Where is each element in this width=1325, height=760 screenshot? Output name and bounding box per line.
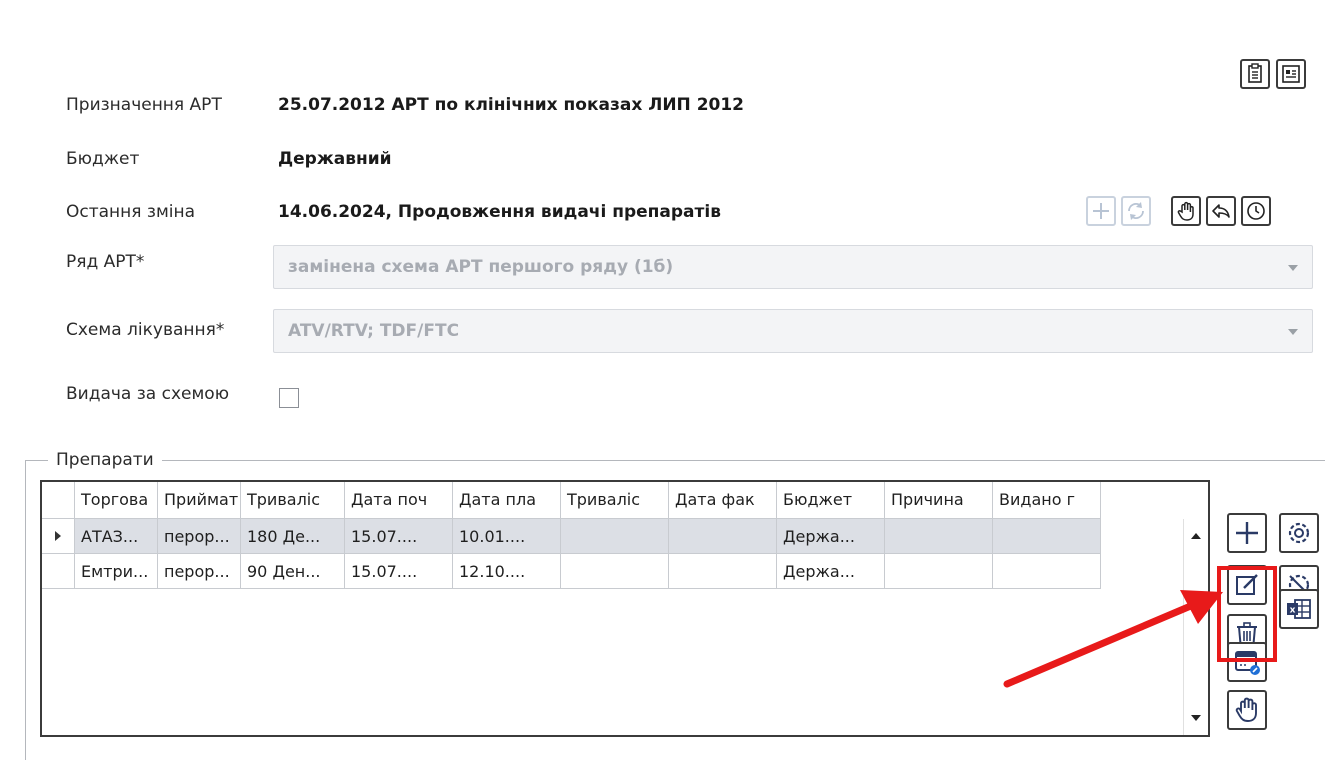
add-drug-button[interactable] xyxy=(1227,513,1267,553)
refresh-button[interactable] xyxy=(1121,196,1151,226)
table-cell: 12.10.... xyxy=(453,554,561,589)
art-line-select[interactable]: замінена схема АРТ першого ряду (1б) xyxy=(273,245,1313,289)
column-header[interactable]: Дата пла xyxy=(453,482,561,519)
by-scheme-label: Видача за схемою xyxy=(66,384,230,404)
current-row-icon xyxy=(55,531,61,541)
reply-icon xyxy=(1212,204,1230,218)
column-header[interactable]: Торгова xyxy=(75,482,158,519)
table-cell: перор... xyxy=(158,519,241,554)
regimen-select[interactable]: ATV/RTV; TDF/FTC xyxy=(273,309,1313,353)
table-cell: 10.01.... xyxy=(453,519,561,554)
report-icon xyxy=(1282,65,1300,83)
clipboard-button[interactable] xyxy=(1240,59,1270,89)
by-scheme-checkbox[interactable] xyxy=(279,388,299,408)
clock-icon xyxy=(1247,202,1265,220)
header-corner xyxy=(42,482,75,519)
table-cell: 180 Де... xyxy=(241,519,345,554)
hand-button[interactable] xyxy=(1171,196,1201,226)
column-header[interactable]: Приймат xyxy=(158,482,241,519)
table-cell: Держа... xyxy=(777,554,885,589)
table-cell xyxy=(993,519,1101,554)
chevron-down-icon xyxy=(1288,265,1298,271)
budget-label: Бюджет xyxy=(66,149,140,169)
hold-drug-button[interactable] xyxy=(1227,690,1267,730)
add-change-button[interactable] xyxy=(1086,196,1116,226)
table-cell: перор... xyxy=(158,554,241,589)
table-cell: Держа... xyxy=(777,519,885,554)
column-header[interactable]: Бюджет xyxy=(777,482,885,519)
last-change-label: Остання зміна xyxy=(66,202,196,222)
column-header[interactable]: Триваліс xyxy=(561,482,669,519)
drugs-group-title: Препарати xyxy=(48,450,162,470)
scroll-down-icon[interactable] xyxy=(1191,715,1201,721)
table-cell xyxy=(669,519,777,554)
export-excel-button[interactable]: x xyxy=(1279,589,1319,629)
hand-icon xyxy=(1235,697,1257,722)
table-cell xyxy=(885,519,993,554)
table-row[interactable]: АТАЗ... перор... 180 Де... 15.07.... 10.… xyxy=(42,519,1186,554)
purpose-label: Призначення АРТ xyxy=(66,95,222,115)
art-line-value: замінена схема АРТ першого ряду (1б) xyxy=(288,257,674,277)
table-cell: 15.07.... xyxy=(345,519,453,554)
table-cell xyxy=(669,554,777,589)
plus-icon xyxy=(1236,522,1258,544)
refresh-icon xyxy=(1128,202,1144,220)
budget-value: Державний xyxy=(278,149,392,169)
column-header[interactable]: Триваліс xyxy=(241,482,345,519)
table-cell xyxy=(885,554,993,589)
row-indicator xyxy=(42,519,75,554)
clipboard-list-icon xyxy=(1248,63,1262,83)
last-change-value: 14.06.2024, Продовження видачі препараті… xyxy=(278,202,721,222)
column-header[interactable]: Видано г xyxy=(993,482,1101,519)
plus-icon xyxy=(1093,203,1109,219)
table-cell: 90 Ден... xyxy=(241,554,345,589)
table-cell: АТАЗ... xyxy=(75,519,158,554)
regimen-value: ATV/RTV; TDF/FTC xyxy=(288,321,460,341)
svg-text:x: x xyxy=(1290,606,1296,616)
excel-icon: x xyxy=(1287,599,1311,619)
drug-settings-button[interactable] xyxy=(1279,513,1319,553)
settings-icon xyxy=(1288,522,1310,544)
grid-header: Торгова Приймат Триваліс Дата поч Дата п… xyxy=(42,482,1186,519)
report-button[interactable] xyxy=(1276,59,1306,89)
art-line-label: Ряд АРТ* xyxy=(66,252,145,272)
undo-button[interactable] xyxy=(1206,196,1236,226)
row-indicator xyxy=(42,554,75,589)
scroll-up-icon[interactable] xyxy=(1191,533,1201,539)
hand-icon xyxy=(1177,201,1194,221)
column-header[interactable]: Дата поч xyxy=(345,482,453,519)
purpose-value: 25.07.2012 АРТ по клінічних показах ЛИП … xyxy=(278,95,745,115)
column-header[interactable]: Причина xyxy=(885,482,993,519)
chevron-down-icon xyxy=(1288,329,1298,335)
annotation-arrow xyxy=(1003,590,1223,688)
regimen-label: Схема лікування* xyxy=(66,320,225,340)
table-cell xyxy=(561,519,669,554)
table-cell: Емтри... xyxy=(75,554,158,589)
column-header[interactable]: Дата фак xyxy=(669,482,777,519)
history-button[interactable] xyxy=(1241,196,1271,226)
table-cell: 15.07.... xyxy=(345,554,453,589)
table-cell xyxy=(561,554,669,589)
